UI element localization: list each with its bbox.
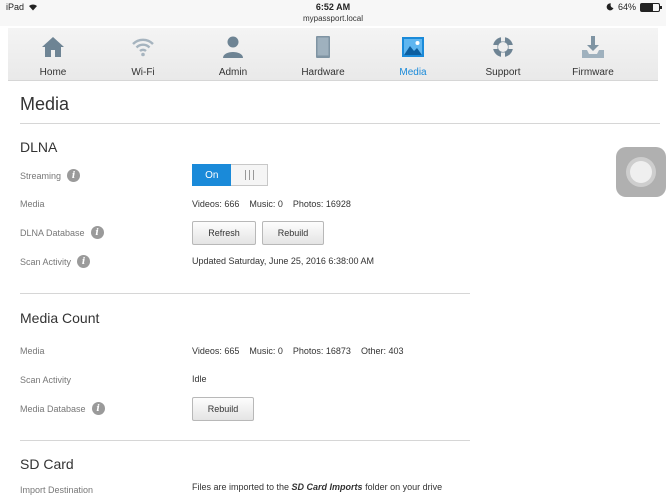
info-icon[interactable]: i <box>91 402 105 415</box>
dlna-rebuild-button[interactable]: Rebuild <box>262 221 324 245</box>
streaming-toggle[interactable]: On <box>192 164 268 186</box>
dlna-media-counts: Videos: 666 Music: 0 Photos: 16928 <box>192 199 361 209</box>
import-text-post: folder on your drive <box>362 482 443 492</box>
divider <box>20 440 470 441</box>
toggle-on-state[interactable]: On <box>192 164 232 186</box>
user-icon <box>223 36 243 58</box>
nav-item-wifi[interactable]: Wi-Fi <box>98 28 188 80</box>
drive-icon <box>316 36 330 58</box>
nav-item-support[interactable]: Support <box>458 28 548 80</box>
media-count-scan-value: Idle <box>192 374 207 384</box>
nav-label-media: Media <box>399 67 427 78</box>
media-rebuild-button[interactable]: Rebuild <box>192 397 254 421</box>
import-destination-value: Files are imported to the SD Card Import… <box>192 482 442 492</box>
import-destination-label: Import Destination <box>20 485 94 495</box>
status-time: 6:52 AM <box>315 2 351 12</box>
lifebuoy-icon <box>492 36 514 58</box>
section-title-sd-card: SD Card <box>20 456 74 472</box>
assistive-touch-button[interactable] <box>616 147 666 197</box>
row-label-dlna-database: DLNA Database i <box>20 226 104 239</box>
info-icon[interactable]: i <box>67 169 81 182</box>
main-nav: Home Wi-Fi Admin Hardware Media Support … <box>8 28 658 81</box>
dlna-music-count: Music: 0 <box>249 199 283 209</box>
import-text-pre: Files are imported to the <box>192 482 292 492</box>
battery-icon <box>640 2 662 12</box>
mc-videos-count: Videos: 665 <box>192 346 240 356</box>
nav-label-admin: Admin <box>218 67 248 78</box>
dlna-photos-count: Photos: 16928 <box>292 199 351 209</box>
moon-icon <box>606 3 614 11</box>
divider <box>20 123 660 124</box>
row-label-dlna-scan: Scan Activity i <box>20 255 91 268</box>
status-right: 64% <box>606 2 662 12</box>
media-database-label: Media Database <box>20 403 86 414</box>
streaming-label: Streaming <box>20 170 62 181</box>
media-count-media-label: Media <box>20 346 45 356</box>
row-label-streaming: Streaming i <box>20 169 81 182</box>
import-folder-name: SD Card Imports <box>291 482 363 492</box>
row-label-media-database: Media Database i <box>20 402 105 415</box>
nav-label-support: Support <box>485 67 521 78</box>
wifi-icon <box>132 38 154 57</box>
info-icon[interactable]: i <box>90 226 104 239</box>
mc-photos-count: Photos: 16873 <box>292 346 351 356</box>
refresh-button[interactable]: Refresh <box>192 221 256 245</box>
media-count-values: Videos: 665 Music: 0 Photos: 16873 Other: 4… <box>192 346 413 356</box>
picture-icon <box>402 37 424 57</box>
section-title-dlna: DLNA <box>20 139 58 155</box>
toggle-off-handle[interactable] <box>231 164 268 186</box>
nav-item-hardware[interactable]: Hardware <box>278 28 368 80</box>
download-icon <box>582 36 604 58</box>
media-count-scan-label: Scan Activity <box>20 375 72 385</box>
nav-item-firmware[interactable]: Firmware <box>548 28 638 80</box>
address-url[interactable]: mypassport.local <box>0 14 666 23</box>
battery-percent: 64% <box>617 2 636 12</box>
section-title-media-count: Media Count <box>20 310 100 326</box>
page-title: Media <box>20 94 70 114</box>
dlna-scan-label: Scan Activity <box>20 256 72 267</box>
status-bar: iPad 6:52 AM mypassport.local 64% <box>0 0 666 26</box>
nav-item-admin[interactable]: Admin <box>188 28 278 80</box>
dlna-scan-value: Updated Saturday, June 25, 2016 6:38:00 … <box>192 256 374 266</box>
dlna-videos-count: Videos: 666 <box>192 199 240 209</box>
dlna-media-label: Media <box>20 199 45 209</box>
home-icon <box>42 37 64 57</box>
nav-item-media[interactable]: Media <box>368 28 458 80</box>
nav-label-hardware: Hardware <box>301 67 345 78</box>
info-icon[interactable]: i <box>77 255 91 268</box>
mc-music-count: Music: 0 <box>249 346 283 356</box>
nav-label-home: Home <box>39 67 67 78</box>
nav-label-firmware: Firmware <box>572 67 614 78</box>
nav-label-wifi: Wi-Fi <box>131 67 155 78</box>
divider <box>20 293 470 294</box>
mc-other-count: Other: 403 <box>360 346 404 356</box>
nav-item-home[interactable]: Home <box>8 28 98 80</box>
dlna-database-label: DLNA Database <box>20 227 85 238</box>
